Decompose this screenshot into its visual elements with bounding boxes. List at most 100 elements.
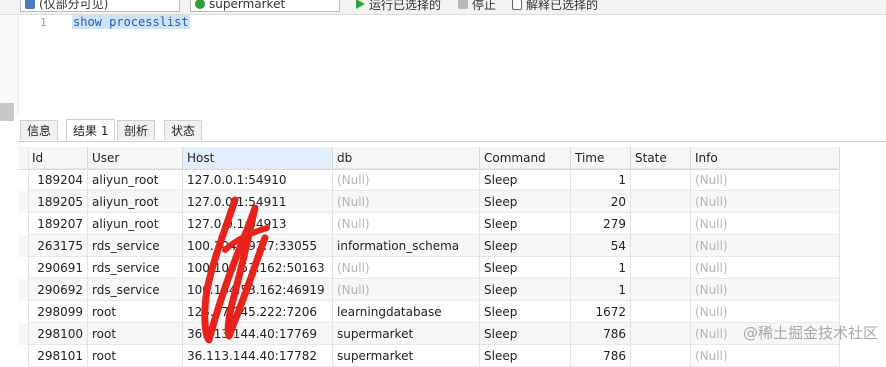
cell-info[interactable]: (Null) xyxy=(691,279,840,301)
table-row[interactable]: 298100 root 36.113.144.40:17769 supermarket… xyxy=(18,323,840,345)
cell-command[interactable]: Sleep xyxy=(480,279,571,301)
column-header-id[interactable]: Id xyxy=(28,147,88,169)
cell-state[interactable] xyxy=(631,279,691,301)
cell-user[interactable]: aliyun_root xyxy=(88,169,183,191)
connection-select[interactable]: (仅部分可见) xyxy=(20,0,180,12)
cell-id[interactable]: 290692 xyxy=(28,279,88,301)
cell-info[interactable]: (Null) xyxy=(691,213,840,235)
cell-info[interactable]: (Null) xyxy=(691,169,840,191)
cell-user[interactable]: rds_service xyxy=(88,257,183,279)
cell-info[interactable]: (Null) xyxy=(691,301,840,323)
cell-db[interactable]: (Null) xyxy=(333,257,480,279)
column-header-time[interactable]: Time xyxy=(571,147,631,169)
column-header-command[interactable]: Command xyxy=(480,147,571,169)
cell-time[interactable]: 1 xyxy=(571,279,631,301)
cell-db[interactable]: supermarket xyxy=(333,323,480,345)
cell-time[interactable]: 1 xyxy=(571,169,631,191)
cell-command[interactable]: Sleep xyxy=(480,257,571,279)
table-row[interactable]: 189207 aliyun_root 127.0.0.1:54913 (Null) Sl… xyxy=(18,213,840,235)
cell-db[interactable]: (Null) xyxy=(333,169,480,191)
cell-command[interactable]: Sleep xyxy=(480,235,571,257)
database-select[interactable]: supermarket xyxy=(190,0,340,12)
cell-db[interactable]: (Null) xyxy=(333,279,480,301)
cell-id[interactable]: 298101 xyxy=(28,345,88,367)
table-row[interactable]: 189205 aliyun_root 127.0.0.1:54911 (Null) Sl… xyxy=(18,191,840,213)
table-row[interactable]: 290692 rds_service 100.104.53.162:46919 (Nu… xyxy=(18,279,840,301)
table-row[interactable]: 189204 aliyun_root 127.0.0.1:54910 (Null) Sl… xyxy=(18,169,840,191)
cell-db[interactable]: supermarket xyxy=(333,345,480,367)
cell-db[interactable]: learningdatabase xyxy=(333,301,480,323)
cell-state[interactable] xyxy=(631,169,691,191)
cell-id[interactable]: 189205 xyxy=(28,191,88,213)
cell-id[interactable]: 189204 xyxy=(28,169,88,191)
cell-state[interactable] xyxy=(631,213,691,235)
cell-state[interactable] xyxy=(631,301,691,323)
cell-time[interactable]: 20 xyxy=(571,191,631,213)
cell-state[interactable] xyxy=(631,235,691,257)
cell-time[interactable]: 786 xyxy=(571,345,631,367)
cell-info[interactable]: (Null) xyxy=(691,345,840,367)
cell-user[interactable]: aliyun_root xyxy=(88,191,183,213)
cell-command[interactable]: Sleep xyxy=(480,191,571,213)
toolbar: (仅部分可见) supermarket 运行已选择的 停止 解释已选择的 xyxy=(0,0,886,15)
cell-user[interactable]: root xyxy=(88,323,183,345)
cell-command[interactable]: Sleep xyxy=(480,301,571,323)
column-header-state[interactable]: State xyxy=(631,147,691,169)
cell-db[interactable]: (Null) xyxy=(333,191,480,213)
cell-id[interactable]: 189207 xyxy=(28,213,88,235)
tab-result-1[interactable]: 结果 1 xyxy=(66,119,116,141)
cell-id[interactable]: 290691 xyxy=(28,257,88,279)
cell-command[interactable]: Sleep xyxy=(480,345,571,367)
table-row[interactable]: 263175 rds_service 100.104.192.7:33055 info… xyxy=(18,235,840,257)
cell-time[interactable]: 54 xyxy=(571,235,631,257)
tab-status[interactable]: 状态 xyxy=(164,120,203,140)
column-header-info[interactable]: Info xyxy=(691,147,840,169)
cell-db[interactable]: (Null) xyxy=(333,213,480,235)
table-row[interactable]: 298099 root 123.57.245.222:7206 learningdat… xyxy=(18,301,840,323)
splitter-handle[interactable] xyxy=(0,103,14,121)
tab-profile[interactable]: 剖析 xyxy=(117,120,156,140)
cell-info[interactable]: (Null) xyxy=(691,191,840,213)
cell-info[interactable]: (Null) xyxy=(691,257,840,279)
column-header-user[interactable]: User xyxy=(88,147,183,169)
cell-info[interactable]: (Null) xyxy=(691,235,840,257)
database-select-label: supermarket xyxy=(209,0,286,11)
explain-selected-button[interactable]: 解释已选择的 xyxy=(512,0,598,13)
connection-icon xyxy=(25,0,35,9)
cell-user[interactable]: root xyxy=(88,301,183,323)
result-tabs: 信息 结果 1 剖析 状态 xyxy=(18,119,886,142)
table-row[interactable]: 290691 rds_service 100.104.53.162:50163 (Nu… xyxy=(18,257,840,279)
cell-user[interactable]: rds_service xyxy=(88,235,183,257)
table-row[interactable]: 298101 root 36.113.144.40:17782 supermarket… xyxy=(18,345,840,367)
stop-button[interactable]: 停止 xyxy=(458,0,496,13)
cell-user[interactable]: root xyxy=(88,345,183,367)
column-header-host[interactable]: Host xyxy=(183,147,333,169)
cell-time[interactable]: 1672 xyxy=(571,301,631,323)
tab-info[interactable]: 信息 xyxy=(20,120,59,140)
cell-command[interactable]: Sleep xyxy=(480,323,571,345)
cell-host[interactable]: 127.0.0.1:54910 xyxy=(183,169,333,191)
red-scribble xyxy=(201,196,270,344)
cell-command[interactable]: Sleep xyxy=(480,169,571,191)
cell-user[interactable]: rds_service xyxy=(88,279,183,301)
cell-state[interactable] xyxy=(631,191,691,213)
cell-time[interactable]: 279 xyxy=(571,213,631,235)
explain-icon xyxy=(512,0,522,10)
cell-time[interactable]: 786 xyxy=(571,323,631,345)
sql-editor-text[interactable]: show processlist xyxy=(72,15,190,29)
cell-state[interactable] xyxy=(631,345,691,367)
run-selected-button[interactable]: 运行已选择的 xyxy=(356,0,441,13)
cell-id[interactable]: 298099 xyxy=(28,301,88,323)
cell-state[interactable] xyxy=(631,323,691,345)
line-number: 1 xyxy=(40,16,47,29)
cell-command[interactable]: Sleep xyxy=(480,213,571,235)
cell-user[interactable]: aliyun_root xyxy=(88,213,183,235)
run-selected-label: 运行已选择的 xyxy=(369,0,442,12)
column-header-db[interactable]: db xyxy=(333,147,480,169)
cell-state[interactable] xyxy=(631,257,691,279)
cell-id[interactable]: 263175 xyxy=(28,235,88,257)
explain-selected-label: 解释已选择的 xyxy=(526,0,599,12)
cell-id[interactable]: 298100 xyxy=(28,323,88,345)
cell-db[interactable]: information_schema xyxy=(333,235,480,257)
cell-time[interactable]: 1 xyxy=(571,257,631,279)
